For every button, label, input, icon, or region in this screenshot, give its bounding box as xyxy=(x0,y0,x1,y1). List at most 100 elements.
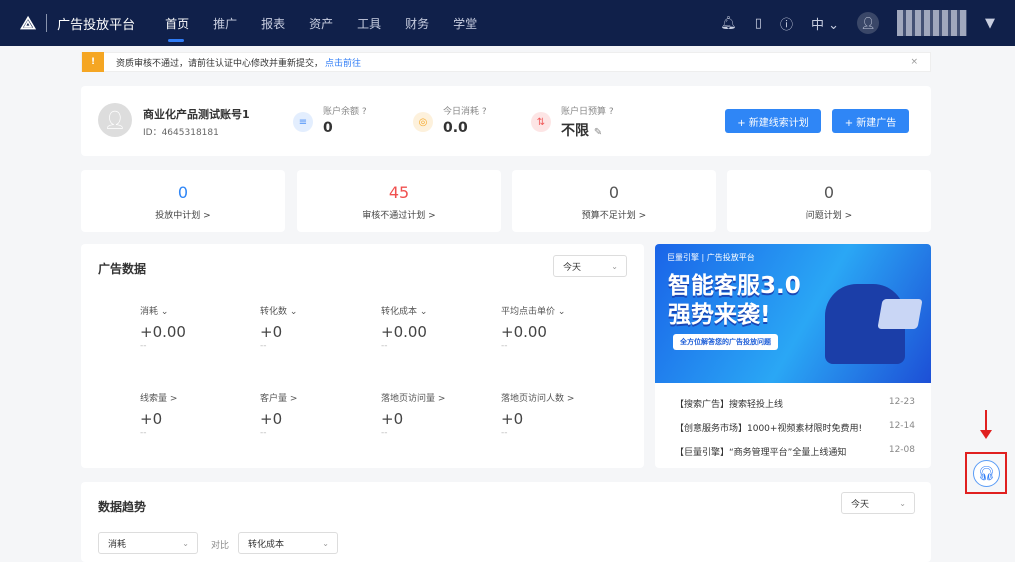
metric-cell[interactable]: 平均点击单价 ⌄ +0.00 -- xyxy=(501,304,611,351)
chevron-down-icon: ⌄ xyxy=(611,261,618,271)
customer-service-highlight: 🎧︎ xyxy=(965,452,1007,494)
cell-delta: -- xyxy=(260,428,267,438)
metric-cell[interactable]: 落地页访问量 > +0 -- xyxy=(381,391,491,438)
cell-value: +0 xyxy=(501,410,524,428)
question-icon[interactable]: ? xyxy=(362,107,367,117)
news-item[interactable]: 【创意服务市场】1000+视频素材限时免费用! 12-14 xyxy=(675,421,915,434)
cell-label: 落地页访问量 > xyxy=(381,394,446,404)
cell-label: 消耗 ⌄ xyxy=(140,307,169,317)
metric-value: 0 xyxy=(323,120,333,136)
nav-finance[interactable]: 财务 xyxy=(405,15,429,32)
nav-assets[interactable]: 资产 xyxy=(309,15,333,32)
cell-label: 客户量 > xyxy=(260,394,298,404)
bell-icon[interactable]: 🔔︎ xyxy=(720,16,737,31)
stat-value: 0 xyxy=(823,183,835,202)
cell-value: +0 xyxy=(260,323,283,341)
cell-delta: -- xyxy=(260,341,267,351)
stat-card-low-budget[interactable]: 0 预算不足计划 > xyxy=(512,170,716,232)
account-name: 商业化产品测试账号1 xyxy=(143,108,250,121)
caret-down-icon[interactable]: ▼ xyxy=(985,16,995,31)
metric-select[interactable]: 消耗 ⌄ xyxy=(98,532,198,554)
divider xyxy=(46,14,48,32)
cell-label: 平均点击单价 ⌄ xyxy=(501,307,566,317)
metric-label: 账户日预算 xyxy=(561,107,607,117)
cell-delta: -- xyxy=(501,428,508,438)
edit-icon[interactable]: ✎ xyxy=(594,127,602,138)
banner-brand: 巨量引擎 | 广告投放平台 xyxy=(667,253,755,262)
close-icon[interactable]: × xyxy=(910,57,918,67)
nav-promotion[interactable]: 推广 xyxy=(213,15,237,32)
compare-label: 对比 xyxy=(211,541,230,551)
stat-card-problem[interactable]: 0 问题计划 > xyxy=(727,170,931,232)
question-icon[interactable]: ? xyxy=(609,107,614,117)
chevron-down-icon: ⌄ xyxy=(322,538,329,548)
metric-cell[interactable]: 落地页访问人数 > +0 -- xyxy=(501,391,611,438)
language-label: 中 xyxy=(810,17,824,33)
laptop-illustration xyxy=(877,299,923,329)
stat-value: 0 xyxy=(608,183,620,202)
news-date: 12-08 xyxy=(888,445,915,455)
news-title: 【搜索广告】搜索轻投上线 xyxy=(675,400,784,410)
select-value: 消耗 xyxy=(108,539,127,550)
cell-label: 转化成本 ⌄ xyxy=(381,307,428,317)
nav-academy[interactable]: 学堂 xyxy=(453,15,477,32)
metric-label: 今日消耗 xyxy=(443,107,480,117)
user-icon[interactable]: 👤︎ xyxy=(857,12,879,34)
logo-icon[interactable]: ⟁ xyxy=(20,13,36,34)
new-ad-button[interactable]: + 新建广告 xyxy=(832,109,909,133)
news-date: 12-14 xyxy=(888,421,915,431)
alert-text: 资质审核不通过，请前往认证中心修改并重新提交， xyxy=(116,58,324,69)
metric-cell[interactable]: 转化数 ⌄ +0 -- xyxy=(260,304,370,351)
top-nav-bar: ⟁ 广告投放平台 首页 推广 报表 资产 工具 财务 学堂 🔔︎ ▯ ⓘ 中 ⌄… xyxy=(0,0,1015,46)
compass-icon: ◎ xyxy=(413,112,433,132)
news-title: 【巨量引擎】“商务管理平台”全量上线通知 xyxy=(675,448,847,458)
cell-delta: -- xyxy=(140,428,147,438)
select-value: 今天 xyxy=(851,499,870,510)
news-title: 【创意服务市场】1000+视频素材限时免费用! xyxy=(675,424,863,434)
metric-value: 0.0 xyxy=(443,120,468,136)
nav-tools[interactable]: 工具 xyxy=(357,15,381,32)
account-card: 👤︎ 商业化产品测试账号1 ID：4645318181 ≡ 账户余额 ? 0 ◎… xyxy=(81,86,931,156)
news-item[interactable]: 【巨量引擎】“商务管理平台”全量上线通知 12-08 xyxy=(675,445,915,458)
section-title: 广告数据 xyxy=(98,262,147,276)
annotation-arrow xyxy=(980,410,992,439)
cell-value: +0.00 xyxy=(140,323,186,341)
language-select[interactable]: 中 ⌄ xyxy=(811,14,839,33)
database-icon: ≡ xyxy=(293,112,313,132)
metric-value: 不限 xyxy=(561,123,589,139)
question-icon[interactable]: ? xyxy=(482,107,487,117)
mobile-icon[interactable]: ▯ xyxy=(755,16,762,31)
promo-banner[interactable]: 巨量引擎 | 广告投放平台 智能客服3.0 强势来袭! 全方位解答您的广告投放问题 xyxy=(655,244,931,383)
stat-card-rejected[interactable]: 45 审核不通过计划 > xyxy=(297,170,501,232)
metric-cell[interactable]: 转化成本 ⌄ +0.00 -- xyxy=(381,304,491,351)
alert-bar: ! 资质审核不通过，请前往认证中心修改并重新提交， 点击前往 × xyxy=(81,52,931,72)
cell-delta: -- xyxy=(381,341,388,351)
metric-cell[interactable]: 客户量 > +0 -- xyxy=(260,391,370,438)
banner-headline: 智能客服3.0 强势来袭! xyxy=(668,272,801,330)
nav-home[interactable]: 首页 xyxy=(165,15,189,42)
headset-icon[interactable]: 🎧︎ xyxy=(973,460,1000,487)
nav-reports[interactable]: 报表 xyxy=(261,15,285,32)
stat-label: 审核不通过计划 > xyxy=(362,211,436,221)
date-range-select[interactable]: 今天 ⌄ xyxy=(553,255,627,277)
stat-label: 投放中计划 > xyxy=(155,211,211,221)
cell-delta: -- xyxy=(501,341,508,351)
cell-label: 线索量 > xyxy=(140,394,178,404)
cell-value: +0.00 xyxy=(381,323,427,341)
compare-metric-select[interactable]: 转化成本 ⌄ xyxy=(238,532,338,554)
new-lead-plan-button[interactable]: + 新建线索计划 xyxy=(725,109,821,133)
trend-range-select[interactable]: 今天 ⌄ xyxy=(841,492,915,514)
cell-value: +0 xyxy=(140,410,163,428)
cell-delta: -- xyxy=(381,428,388,438)
metric-cell[interactable]: 消耗 ⌄ +0.00 -- xyxy=(140,304,250,351)
metric-label: 账户余额 xyxy=(323,107,360,117)
cell-label: 转化数 ⌄ xyxy=(260,307,298,317)
help-icon[interactable]: ⓘ xyxy=(780,14,793,33)
metric-cell[interactable]: 线索量 > +0 -- xyxy=(140,391,250,438)
alert-link[interactable]: 点击前往 xyxy=(325,56,361,69)
account-id: ID：4645318181 xyxy=(143,128,219,138)
cell-delta: -- xyxy=(140,341,147,351)
chevron-down-icon: ⌄ xyxy=(182,538,189,548)
news-item[interactable]: 【搜索广告】搜索轻投上线 12-23 xyxy=(675,397,915,410)
stat-card-active[interactable]: 0 投放中计划 > xyxy=(81,170,285,232)
